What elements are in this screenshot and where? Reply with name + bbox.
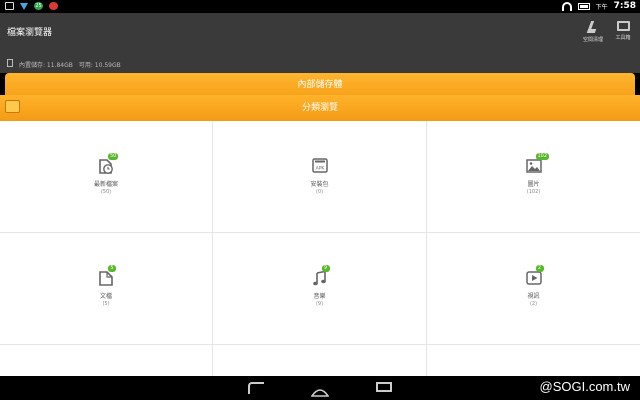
status-bar: 25 下午 7:58 bbox=[0, 0, 640, 13]
category-grid: 50 最新檔案 (50) APK 安裝包 (0) 102 圖片 (102) 5 … bbox=[0, 121, 640, 378]
tab-internal-storage[interactable]: 內部儲存體 bbox=[5, 73, 635, 97]
tab-internal-storage-label: 內部儲存體 bbox=[297, 80, 343, 90]
category-label: 文檔 bbox=[99, 293, 112, 300]
alert-notification-icon bbox=[49, 2, 58, 10]
space-cleanup-label: 空間清理 bbox=[582, 37, 603, 43]
category-count: (0) bbox=[315, 189, 324, 195]
system-indicators: 下午 7:58 bbox=[561, 1, 636, 11]
category-partial[interactable] bbox=[0, 345, 212, 378]
apk-icon: APK bbox=[311, 157, 329, 175]
category-documents[interactable]: 5 文檔 (5) bbox=[0, 233, 212, 344]
notification-icons: 25 bbox=[5, 2, 58, 10]
toolbox-label: 工具箱 bbox=[615, 35, 631, 41]
category-count: (9) bbox=[315, 301, 324, 307]
category-label: 視訊 bbox=[527, 293, 540, 300]
badge: 2 bbox=[535, 265, 544, 272]
badge: 102 bbox=[535, 153, 550, 160]
music-icon: 9 bbox=[311, 265, 330, 287]
category-partial[interactable] bbox=[213, 345, 426, 378]
sd-card-icon bbox=[7, 59, 13, 67]
back-icon[interactable] bbox=[248, 382, 264, 394]
gallery-notification-icon bbox=[5, 2, 14, 10]
space-cleanup-button[interactable]: 空間清理 bbox=[580, 21, 606, 43]
category-count: (2) bbox=[529, 301, 538, 307]
time-prefix: 下午 bbox=[595, 3, 608, 11]
category-label: 安裝包 bbox=[310, 181, 329, 188]
tab-category-browse[interactable]: 分類瀏覽 bbox=[0, 95, 640, 121]
category-count: (102) bbox=[526, 189, 541, 195]
video-icon: 2 bbox=[525, 265, 544, 287]
category-label: 音樂 bbox=[313, 293, 326, 300]
badge: 5 bbox=[108, 265, 116, 272]
apk-icon-text: APK bbox=[315, 166, 325, 172]
category-count: (50) bbox=[100, 189, 112, 195]
toolbox-button[interactable]: 工具箱 bbox=[610, 21, 636, 41]
tab-category-browse-label: 分類瀏覽 bbox=[301, 103, 338, 113]
category-apk[interactable]: APK 安裝包 (0) bbox=[213, 121, 426, 232]
category-label: 最新檔案 bbox=[93, 181, 118, 188]
battery-icon bbox=[577, 2, 590, 10]
category-video[interactable]: 2 視訊 (2) bbox=[427, 233, 640, 344]
recent-apps-icon[interactable] bbox=[376, 382, 392, 392]
recent-file-icon: 50 bbox=[97, 153, 119, 175]
folder-icon bbox=[5, 100, 20, 113]
wifi-icon bbox=[561, 1, 572, 11]
category-images[interactable]: 102 圖片 (102) bbox=[427, 121, 640, 232]
image-icon: 102 bbox=[525, 153, 550, 175]
badge: 9 bbox=[321, 265, 330, 272]
document-icon: 5 bbox=[97, 265, 116, 287]
home-icon[interactable] bbox=[310, 382, 330, 397]
navigation-bar: @SOGI.com.tw bbox=[0, 376, 640, 400]
category-recent-files[interactable]: 50 最新檔案 (50) bbox=[0, 121, 212, 232]
app-bar: 檔案瀏覽器 空間清理 工具箱 內置儲存: 11.84GB 可用: 10.59GB bbox=[0, 13, 640, 73]
badge: 50 bbox=[108, 153, 119, 160]
category-label: 圖片 bbox=[527, 181, 540, 188]
available-storage-label: 可用: 10.59GB bbox=[78, 62, 121, 69]
category-music[interactable]: 9 音樂 (9) bbox=[213, 233, 426, 344]
clock: 7:58 bbox=[613, 1, 636, 11]
storage-info: 內置儲存: 11.84GB 可用: 10.59GB bbox=[19, 60, 121, 69]
toolbox-icon bbox=[616, 21, 630, 31]
category-count: (5) bbox=[102, 301, 110, 307]
internal-storage-label: 內置儲存: 11.84GB bbox=[19, 62, 73, 69]
broom-icon bbox=[586, 21, 600, 33]
app-title: 檔案瀏覽器 bbox=[7, 28, 53, 38]
category-partial[interactable] bbox=[427, 345, 640, 378]
download-notification-icon bbox=[20, 2, 28, 10]
app-notification-icon: 25 bbox=[34, 2, 43, 10]
watermark: @SOGI.com.tw bbox=[539, 379, 631, 394]
